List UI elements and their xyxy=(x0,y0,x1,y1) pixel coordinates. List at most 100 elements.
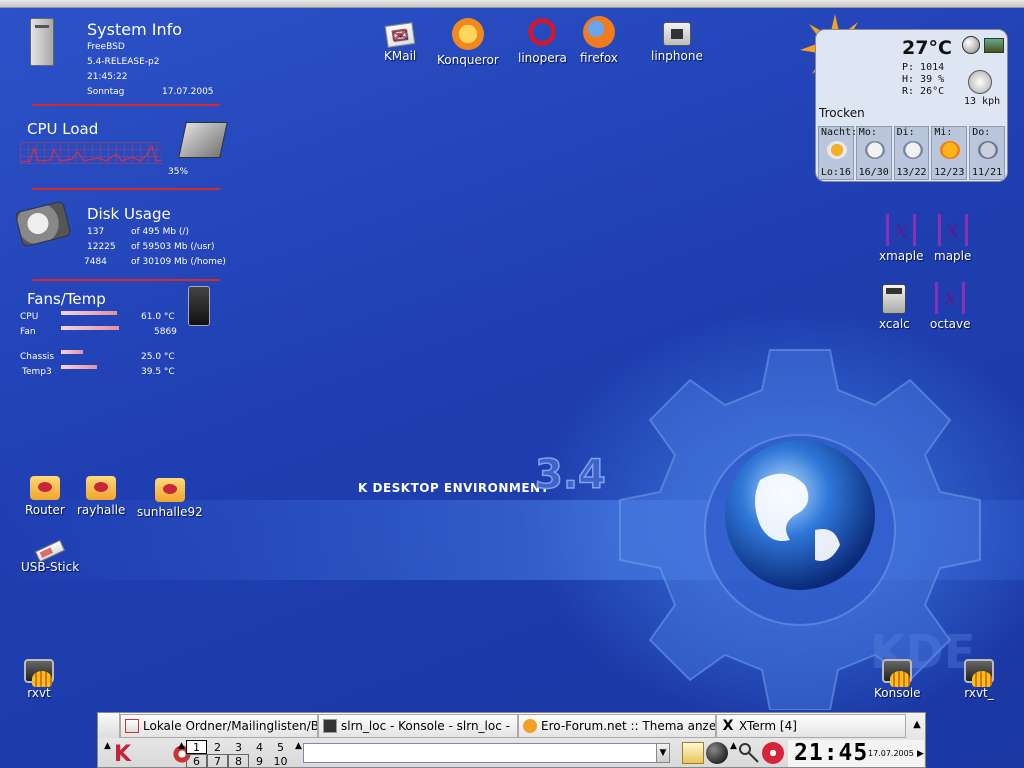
task-konsole[interactable]: slrn_loc - Konsole - slrn_loc - xyxy=(318,714,518,738)
desktop-icon-octave[interactable]: x octave xyxy=(930,282,970,331)
task-label: slrn_loc - Konsole - slrn_loc - xyxy=(341,719,510,733)
desktop-icon-linopera[interactable]: linopera xyxy=(518,16,567,65)
fan-row-temp3-value: 39.5 °C xyxy=(141,367,175,377)
rain-icon xyxy=(978,141,999,159)
digital-clock[interactable]: 21:45 17.07.2005 xyxy=(788,740,924,767)
forecast-day: Do: 11/21 xyxy=(969,126,1005,180)
desktop-icon-rayhalle[interactable]: rayhalle xyxy=(77,470,125,517)
desktop-icon-label: USB-Stick xyxy=(21,560,80,574)
panel-hide-arrow-icon[interactable]: ▶ xyxy=(917,749,924,759)
desktop-icon-label: firefox xyxy=(580,51,618,65)
cpu-title: CPU Load xyxy=(27,120,99,138)
logout-icon[interactable] xyxy=(762,742,784,764)
forecast-day-temps: 11/21 xyxy=(972,167,1003,178)
globe-icon[interactable] xyxy=(962,36,980,54)
disk-row-root-total: of 495 Mb (/) xyxy=(131,227,189,237)
desktop-icon-kmail[interactable]: KMail xyxy=(384,18,416,63)
quick-launch-konqueror[interactable] xyxy=(152,740,192,766)
desktop-icon-xcalc[interactable]: xcalc xyxy=(879,284,910,331)
task-list-menu-button[interactable]: ▲ xyxy=(907,713,927,737)
sunny-icon xyxy=(940,141,961,159)
forecast-day-temps: Lo:16 xyxy=(820,167,851,178)
desktop-icon-router[interactable]: Router xyxy=(25,470,65,517)
command-arrow-icon[interactable]: ▲ xyxy=(295,741,302,751)
bomb-icon[interactable] xyxy=(706,742,728,764)
run-command-input[interactable] xyxy=(303,743,658,763)
key-shape xyxy=(739,743,759,763)
desktop-icon-linphone[interactable]: linphone xyxy=(651,22,703,63)
desktop-icon-maple[interactable]: x maple xyxy=(934,214,971,263)
network-folder-icon xyxy=(154,478,185,502)
task-kmail[interactable]: Lokale Ordner/Mailinglisten/B xyxy=(120,714,318,738)
desktop-icon-rxvt-underscore[interactable]: rxvt_ xyxy=(964,659,994,700)
fans-title: Fans/Temp xyxy=(27,290,106,308)
kde-k-icon: K xyxy=(114,742,132,767)
sysinfo-os: FreeBSD xyxy=(87,42,125,52)
pager-desktop-2[interactable]: 2 xyxy=(207,740,228,754)
run-command-dropdown[interactable]: ▼ xyxy=(656,743,670,763)
klipper-icon[interactable] xyxy=(682,742,704,764)
desktop-icon-label: linopera xyxy=(518,51,567,65)
pager-desktop-1[interactable]: 1 xyxy=(186,740,207,754)
weather-widget[interactable]: 27°C P: 1014 H: 39 % R: 26°C 13 kph Troc… xyxy=(815,29,1008,182)
fan-row-cpu-label: CPU xyxy=(20,312,39,322)
pager-desktop-7[interactable]: 7 xyxy=(207,754,228,768)
desktop-icon-label: Router xyxy=(25,503,65,517)
desktop-icon-firefox[interactable]: firefox xyxy=(580,16,618,65)
weather-dewpoint: R: 26°C xyxy=(902,86,945,97)
network-folder-icon xyxy=(86,476,117,500)
pager-desktop-6[interactable]: 6 xyxy=(186,754,207,768)
forecast-day-label: Di: xyxy=(896,127,915,138)
pager-desktop-4[interactable]: 4 xyxy=(249,740,270,754)
fan-row-fan-bar xyxy=(61,326,119,330)
firefox-icon xyxy=(582,16,615,48)
pager-desktop-3[interactable]: 3 xyxy=(228,740,249,754)
panel-handle[interactable] xyxy=(98,713,120,738)
terminal-icon xyxy=(964,659,994,687)
pager-desktop-10[interactable]: 10 xyxy=(270,754,291,768)
tray-arrow-icon[interactable]: ▲ xyxy=(730,741,737,751)
desktop-icon-xmaple[interactable]: x xmaple xyxy=(879,214,923,263)
desktop-icon-sunhalle92[interactable]: sunhalle92 xyxy=(137,472,203,519)
kmail-icon xyxy=(384,22,416,48)
pager-arrow-icon[interactable]: ▲ xyxy=(178,741,185,751)
sysinfo-time: 21:45:22 xyxy=(87,72,128,82)
desktop-icon-label: Konqueror xyxy=(437,53,499,67)
sysinfo-title: System Info xyxy=(87,20,183,39)
fan-row-temp3-bar xyxy=(61,365,97,369)
k-menu-button[interactable]: K xyxy=(110,740,138,767)
map-icon[interactable] xyxy=(984,38,1004,53)
desktop-icon-label: Konsole xyxy=(874,686,921,700)
disk-separator xyxy=(32,279,220,281)
desktop-icon-label: rxvt_ xyxy=(964,686,994,700)
forecast-day-label: Nacht: xyxy=(821,127,858,138)
desktop-icon-konsole[interactable]: Konsole xyxy=(874,659,921,700)
fan-row-chassis-value: 25.0 °C xyxy=(141,352,175,362)
pager-desktop-9[interactable]: 9 xyxy=(249,754,270,768)
fan-row-cpu-value: 61.0 °C xyxy=(141,312,175,322)
disk-row-usr-total: of 59503 Mb (/usr) xyxy=(131,242,215,252)
forecast-day-temps: 16/30 xyxy=(858,167,889,178)
key-icon[interactable] xyxy=(738,742,760,764)
octave-icon: x xyxy=(935,282,966,314)
desktop-icon-usb-stick[interactable]: USB-Stick xyxy=(21,535,79,574)
desktop-icon-label: KMail xyxy=(384,49,417,63)
wallpaper-brand-text: K DESKTOP ENVIRONMENT xyxy=(358,481,550,495)
task-konqueror[interactable]: Ero-Forum.net :: Thema anze xyxy=(518,714,716,738)
desktop-icon-label: maple xyxy=(934,249,972,263)
desktop-icon-label: rxvt xyxy=(27,686,51,700)
desktop-icon-rxvt[interactable]: rxvt xyxy=(24,659,54,700)
sysinfo-release: 5.4-RELEASE-p2 xyxy=(87,57,160,67)
terminal-icon xyxy=(882,659,913,687)
clock-time: 21:45 xyxy=(794,740,869,766)
desktop-icon-konqueror[interactable]: Konqueror xyxy=(437,18,499,67)
cpu-load-graph xyxy=(19,142,163,164)
desktop-icon-label: xcalc xyxy=(879,317,910,331)
thunderstorm-icon xyxy=(864,141,885,159)
pager-desktop-5[interactable]: 5 xyxy=(270,740,291,754)
pager-desktop-8[interactable]: 8 xyxy=(228,754,249,768)
task-label: Lokale Ordner/Mailinglisten/B xyxy=(143,719,318,733)
task-xterm[interactable]: X XTerm [4] xyxy=(716,714,906,738)
konsole-icon xyxy=(323,719,337,733)
terminal-icon xyxy=(24,659,54,687)
